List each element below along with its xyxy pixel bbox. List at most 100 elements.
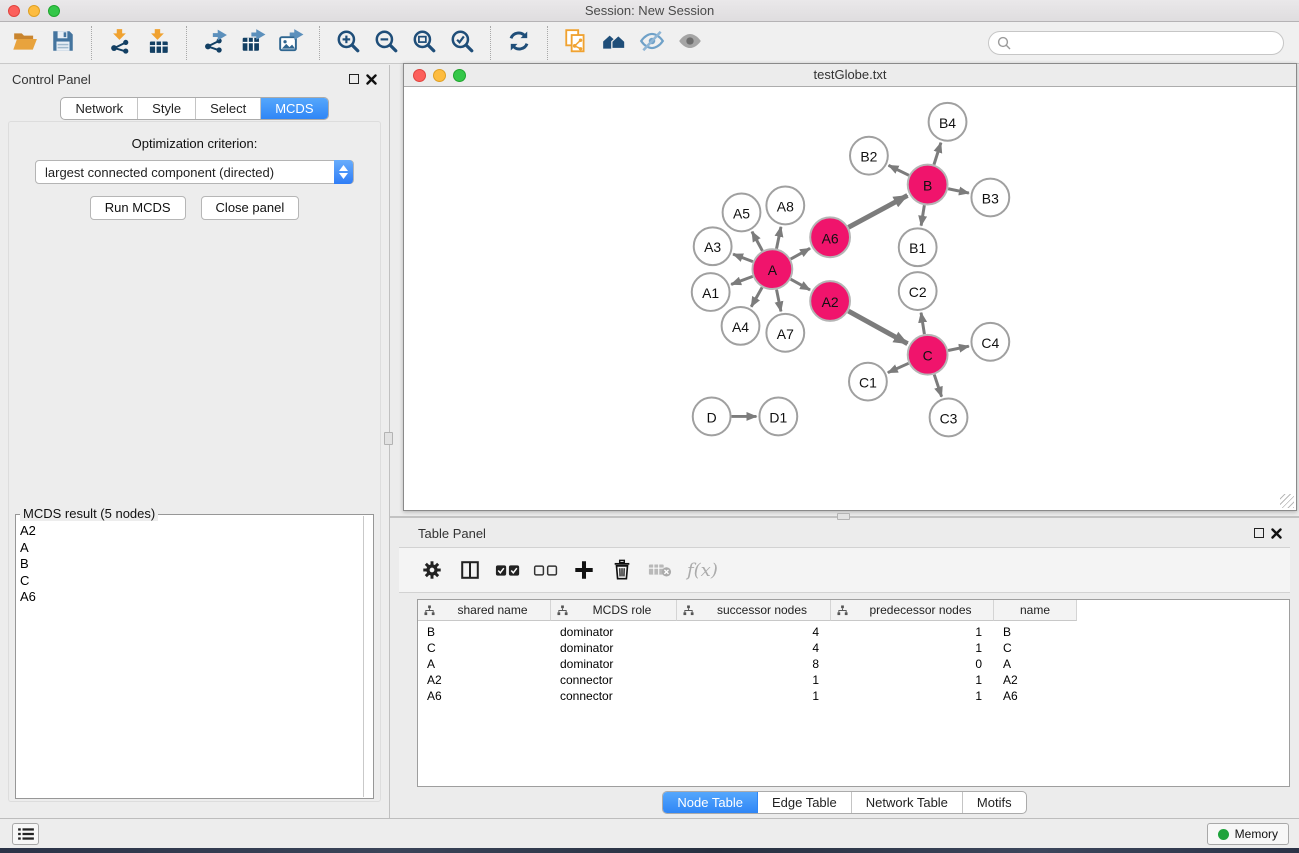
network-zoom-button[interactable]	[453, 69, 466, 82]
function-builder-button[interactable]: f(x)	[687, 560, 718, 581]
table-cell[interactable]: 0	[831, 657, 994, 671]
minimize-window-button[interactable]	[28, 5, 40, 17]
tab-edge-table[interactable]: Edge Table	[758, 792, 852, 813]
horizontal-splitter[interactable]	[390, 516, 1299, 518]
column-header-mcds-role[interactable]: MCDS role	[551, 600, 677, 621]
hide-selected-button[interactable]	[636, 27, 668, 59]
memory-button[interactable]: Memory	[1207, 823, 1289, 845]
graph-node-A3[interactable]: A3	[694, 227, 732, 265]
graph-edge-B-B3[interactable]	[948, 189, 969, 193]
deselect-all-button[interactable]	[529, 553, 563, 587]
table-cell[interactable]: dominator	[551, 641, 677, 655]
window-resize-grip[interactable]	[1280, 494, 1294, 508]
graph-node-B4[interactable]: B4	[929, 103, 967, 141]
import-table-button[interactable]	[142, 27, 174, 59]
table-cell[interactable]: connector	[551, 673, 677, 687]
table-cell[interactable]: 4	[677, 641, 831, 655]
graph-edge-A-A6[interactable]	[791, 248, 810, 259]
graph-edge-A-A5[interactable]	[752, 232, 762, 251]
graph-node-D1[interactable]: D1	[759, 398, 797, 436]
mcds-result-item[interactable]: C	[20, 573, 363, 590]
table-cell[interactable]: A2	[418, 673, 551, 687]
table-cell[interactable]: A6	[994, 689, 1077, 703]
table-cell[interactable]: A6	[418, 689, 551, 703]
tab-network-table[interactable]: Network Table	[852, 792, 963, 813]
close-panel-button[interactable]: Close panel	[201, 196, 300, 220]
table-cell[interactable]: A	[418, 657, 551, 671]
column-header-predecessor-nodes[interactable]: predecessor nodes	[831, 600, 994, 621]
graph-node-A7[interactable]: A7	[766, 314, 804, 352]
mcds-result-item[interactable]: A	[20, 540, 363, 557]
open-session-button[interactable]	[9, 27, 41, 59]
graph-edge-A-A1[interactable]	[731, 276, 753, 284]
table-row[interactable]: Adominator80A	[418, 656, 1289, 672]
delete-column-button[interactable]	[605, 553, 639, 587]
float-panel-icon[interactable]	[349, 74, 359, 84]
table-cell[interactable]: A	[994, 657, 1077, 671]
close-table-panel-icon[interactable]	[1271, 528, 1282, 539]
close-panel-icon[interactable]	[366, 74, 377, 85]
float-table-panel-icon[interactable]	[1254, 528, 1264, 538]
select-all-button[interactable]	[491, 553, 525, 587]
mcds-result-item[interactable]: A2	[20, 523, 363, 540]
graph-edge-B-B4[interactable]	[934, 143, 941, 165]
tab-mcds[interactable]: MCDS	[261, 98, 327, 119]
tab-style[interactable]: Style	[138, 98, 196, 119]
table-cell[interactable]: 1	[831, 673, 994, 687]
tab-select[interactable]: Select	[196, 98, 261, 119]
task-history-button[interactable]	[12, 823, 39, 845]
vertical-splitter-handle[interactable]	[384, 432, 393, 445]
show-all-button[interactable]	[674, 27, 706, 59]
first-neighbors-button[interactable]	[598, 27, 630, 59]
graph-edge-B-B1[interactable]	[921, 205, 924, 225]
table-cell[interactable]: dominator	[551, 657, 677, 671]
table-row[interactable]: Bdominator41B	[418, 624, 1289, 640]
table-cell[interactable]: dominator	[551, 625, 677, 639]
mcds-result-item[interactable]: B	[20, 556, 363, 573]
table-cell[interactable]: B	[418, 625, 551, 639]
table-cell[interactable]: 4	[677, 625, 831, 639]
tab-network[interactable]: Network	[61, 98, 138, 119]
graph-edge-C-C2[interactable]	[921, 313, 924, 334]
table-settings-button[interactable]	[415, 553, 449, 587]
table-cell[interactable]: 1	[831, 625, 994, 639]
column-header-successor-nodes[interactable]: successor nodes	[677, 600, 831, 621]
graph-edge-B-B2[interactable]	[889, 165, 909, 175]
graph-node-A[interactable]: A	[752, 249, 792, 289]
export-table-button[interactable]	[237, 27, 269, 59]
graph-node-A2[interactable]: A2	[810, 281, 850, 321]
tab-motifs[interactable]: Motifs	[963, 792, 1026, 813]
graph-node-C4[interactable]: C4	[971, 323, 1009, 361]
table-row[interactable]: A6connector11A6	[418, 688, 1289, 704]
column-header-shared-name[interactable]: shared name	[418, 600, 551, 621]
graph-edge-A-A3[interactable]	[733, 254, 753, 262]
graph-edge-C-C4[interactable]	[948, 346, 969, 350]
mcds-result-item[interactable]: A6	[20, 589, 363, 606]
graph-node-B3[interactable]: B3	[971, 179, 1009, 217]
scrollbar[interactable]	[363, 516, 364, 797]
save-session-button[interactable]	[47, 27, 79, 59]
table-cell[interactable]: A2	[994, 673, 1077, 687]
graph-edge-A-A4[interactable]	[751, 287, 762, 306]
close-window-button[interactable]	[8, 5, 20, 17]
new-network-from-selection-button[interactable]	[560, 27, 592, 59]
zoom-selected-button[interactable]	[446, 27, 478, 59]
column-header-name[interactable]: name	[994, 600, 1077, 621]
network-canvas[interactable]: B4B2BB3A8A5A6A3B1AA1C2A2A4A7C4CC1C3DD1	[405, 88, 1295, 509]
graph-node-B2[interactable]: B2	[850, 137, 888, 175]
tab-node-table[interactable]: Node Table	[663, 792, 758, 813]
table-cell[interactable]: C	[418, 641, 551, 655]
table-cell[interactable]: 1	[677, 673, 831, 687]
graph-node-C2[interactable]: C2	[899, 272, 937, 310]
network-window-titlebar[interactable]: testGlobe.txt	[404, 64, 1296, 87]
import-network-button[interactable]	[104, 27, 136, 59]
zoom-fit-button[interactable]	[408, 27, 440, 59]
horizontal-splitter-handle[interactable]	[837, 513, 850, 520]
table-cell[interactable]: C	[994, 641, 1077, 655]
add-column-button[interactable]	[567, 553, 601, 587]
table-cell[interactable]: 1	[831, 641, 994, 655]
graph-node-C[interactable]: C	[908, 335, 948, 375]
optimization-criterion-select[interactable]: largest connected component (directed)	[35, 160, 354, 184]
export-network-button[interactable]	[199, 27, 231, 59]
search-input[interactable]	[988, 31, 1284, 55]
